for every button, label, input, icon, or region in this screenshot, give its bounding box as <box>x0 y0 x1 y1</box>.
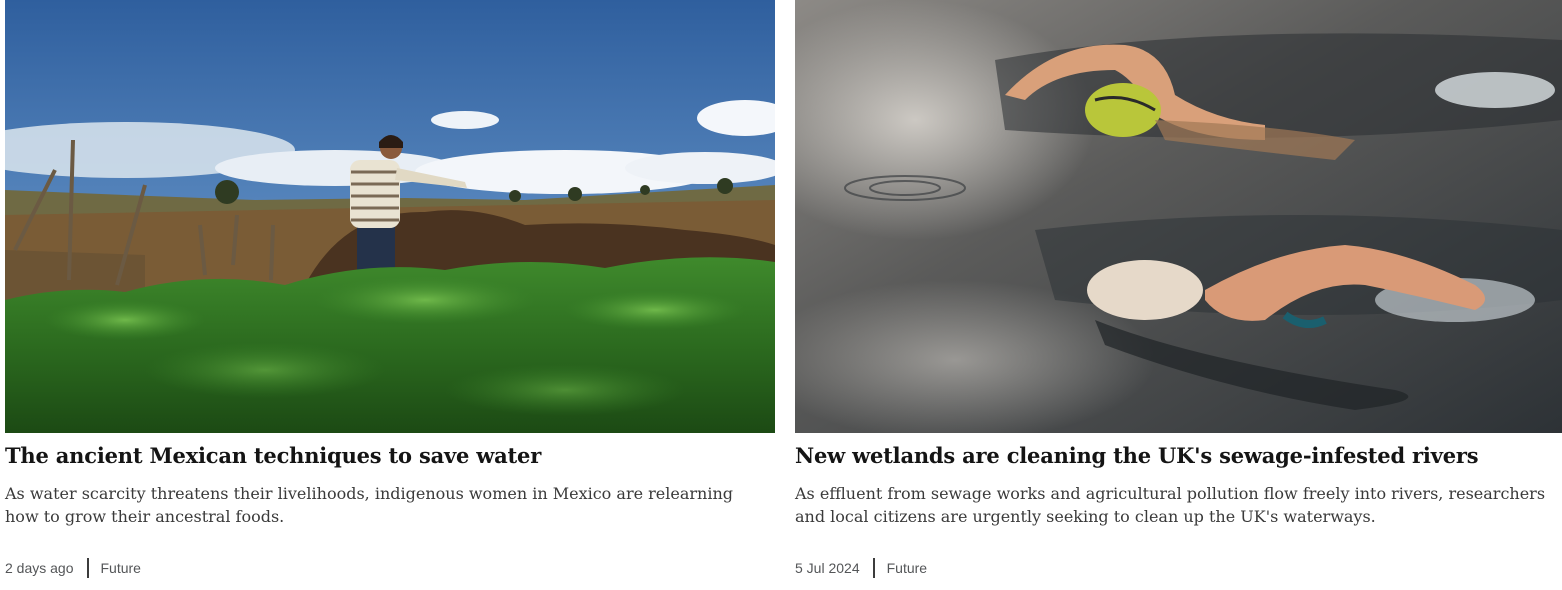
article-meta: 2 days ago Future <box>5 558 141 578</box>
article-category: Future <box>100 560 141 576</box>
article-headline[interactable]: The ancient Mexican techniques to save w… <box>5 433 775 470</box>
article-grid: The ancient Mexican techniques to save w… <box>0 0 1562 590</box>
article-summary: As effluent from sewage works and agricu… <box>795 484 1546 526</box>
article-meta: 5 Jul 2024 Future <box>795 558 927 578</box>
article-date: 2 days ago <box>5 560 74 576</box>
article-image-woman-in-field[interactable] <box>5 0 775 433</box>
article-date: 5 Jul 2024 <box>795 560 860 576</box>
article-card-mexican-water[interactable]: The ancient Mexican techniques to save w… <box>5 0 775 578</box>
article-image-open-water-swimmers[interactable] <box>795 0 1562 433</box>
article-summary: As water scarcity threatens their liveli… <box>5 484 733 526</box>
meta-divider <box>86 558 89 578</box>
meta-divider <box>872 558 875 578</box>
article-card-uk-wetlands[interactable]: New wetlands are cleaning the UK's sewag… <box>795 0 1562 578</box>
article-category: Future <box>886 560 928 576</box>
article-headline[interactable]: New wetlands are cleaning the UK's sewag… <box>795 433 1562 470</box>
